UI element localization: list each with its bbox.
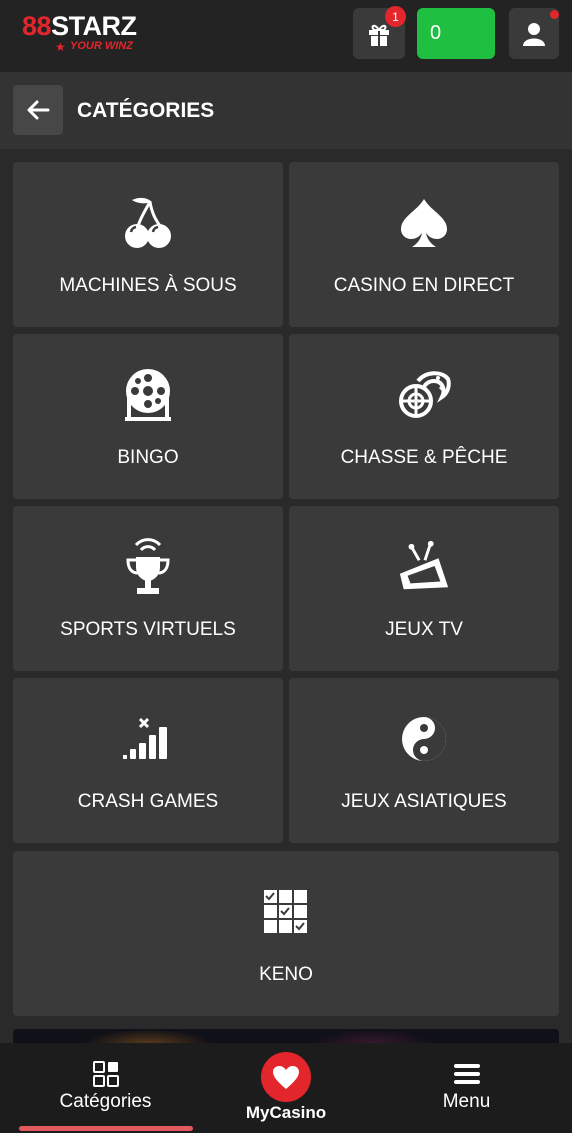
trophy-broadcast-icon xyxy=(126,538,170,594)
signal-bars-icon xyxy=(123,717,167,759)
grid-icon xyxy=(92,1061,119,1087)
notification-dot xyxy=(550,10,559,19)
nav-menu[interactable]: Menu xyxy=(361,1043,572,1133)
crosshair-fish-icon xyxy=(399,371,451,418)
category-label: JEUX ASIATIQUES xyxy=(341,791,507,812)
category-label: BINGO xyxy=(117,447,179,468)
logo-tagline: YOUR WINZ xyxy=(70,40,133,52)
gift-button[interactable]: 1 xyxy=(353,6,406,59)
category-label: MACHINES À SOUS xyxy=(59,275,237,296)
gift-count-badge: 1 xyxy=(385,6,406,27)
spade-icon xyxy=(401,199,447,247)
yin-yang-icon xyxy=(402,717,446,761)
category-label: CHASSE & PÊCHE xyxy=(340,447,508,468)
heart-badge xyxy=(261,1052,311,1102)
balance-button[interactable]: 0 xyxy=(417,8,495,59)
category-tile-asian-games[interactable]: JEUX ASIATIQUES xyxy=(289,678,559,843)
category-tile-virtual-sports[interactable]: SPORTS VIRTUELS xyxy=(13,506,283,671)
category-tile-keno[interactable]: KENO xyxy=(13,851,559,1016)
category-label: CRASH GAMES xyxy=(77,791,219,812)
logo-star-icon: ★ xyxy=(55,40,66,54)
category-label: KENO xyxy=(259,964,313,985)
category-tile-live-casino[interactable]: CASINO EN DIRECT xyxy=(289,162,559,327)
tv-icon xyxy=(399,540,449,590)
arrow-left-icon xyxy=(27,100,50,120)
category-subheader: CATÉGORIES xyxy=(0,72,572,149)
cherries-icon xyxy=(125,197,171,248)
category-label: SPORTS VIRTUELS xyxy=(60,619,236,640)
category-label: JEUX TV xyxy=(385,619,463,640)
bingo-drum-icon xyxy=(125,369,171,421)
hamburger-icon xyxy=(453,1064,480,1084)
keno-grid-icon xyxy=(264,890,307,933)
nav-mycasino-label: MyCasino xyxy=(245,1103,327,1122)
user-account-button[interactable] xyxy=(509,8,559,59)
nav-menu-label: Menu xyxy=(442,1091,491,1112)
user-icon xyxy=(523,22,545,46)
category-tile-slots[interactable]: MACHINES À SOUS xyxy=(13,162,283,327)
page-title: CATÉGORIES xyxy=(77,99,215,122)
back-button[interactable] xyxy=(13,85,63,135)
category-tile-crash-games[interactable]: CRASH GAMES xyxy=(13,678,283,843)
top-header: 88STARZ ★ YOUR WINZ 1 0 xyxy=(0,0,572,72)
active-tab-indicator xyxy=(19,1126,193,1131)
brand-logo[interactable]: 88STARZ ★ YOUR WINZ xyxy=(22,11,152,57)
bottom-navigation: Catégories MyCasino Menu xyxy=(0,1043,572,1133)
category-label: CASINO EN DIRECT xyxy=(333,275,515,296)
nav-categories-label: Catégories xyxy=(59,1091,152,1112)
category-tile-hunting-fishing[interactable]: CHASSE & PÊCHE xyxy=(289,334,559,499)
heart-icon xyxy=(273,1065,299,1089)
category-tile-tv-games[interactable]: JEUX TV xyxy=(289,506,559,671)
logo-wordmark: 88STARZ xyxy=(22,11,137,41)
nav-mycasino[interactable]: MyCasino xyxy=(211,1043,361,1133)
category-tile-bingo[interactable]: BINGO xyxy=(13,334,283,499)
nav-categories[interactable]: Catégories xyxy=(0,1043,211,1133)
